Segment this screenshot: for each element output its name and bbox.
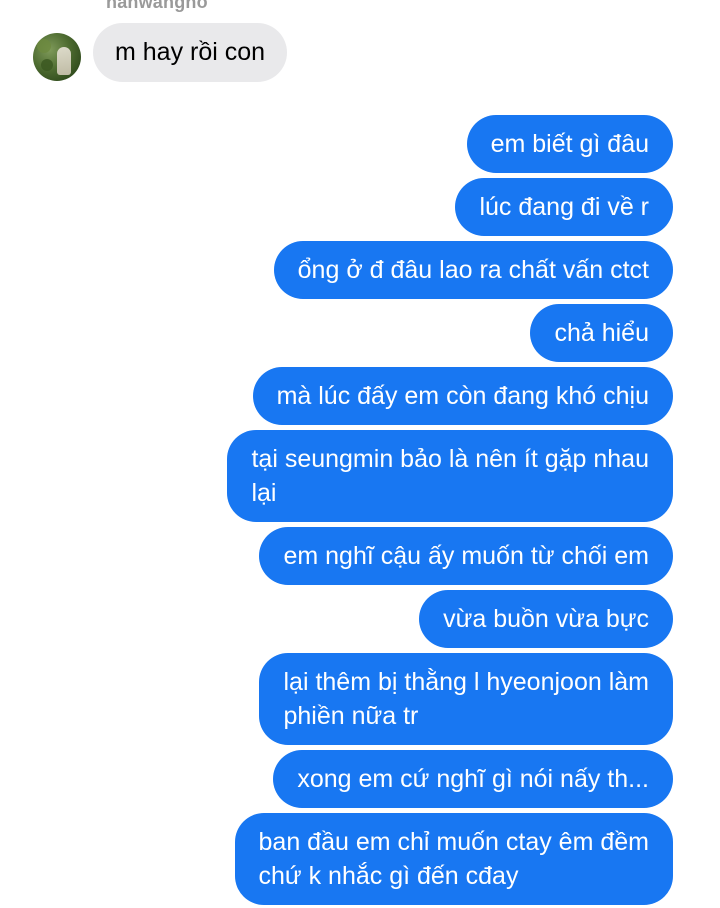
outgoing-message[interactable]: ổng ở đ đâu lao ra chất vấn ctct <box>273 241 673 299</box>
message-line: ban đầu em chỉ muốn ctay êm đềm <box>258 828 649 856</box>
outgoing-message[interactable]: mà lúc đấy em còn đang khó chịu <box>252 367 673 425</box>
sender-avatar[interactable] <box>33 33 81 81</box>
outgoing-message[interactable]: ban đầu em chỉ muốn ctay êm đềm chứ k nh… <box>234 813 673 905</box>
message-line: lại <box>251 479 277 507</box>
outgoing-message[interactable]: chả hiểu <box>530 304 673 362</box>
avatar-person-icon <box>57 47 71 75</box>
outgoing-message[interactable]: lại thêm bị thằng l hyeonjoon làm phiền … <box>259 653 673 745</box>
avatar-foliage <box>37 39 51 53</box>
outgoing-message[interactable]: lúc đang đi về r <box>455 178 673 236</box>
avatar-foliage <box>41 59 53 71</box>
incoming-message[interactable]: m hay rồi con <box>93 23 288 82</box>
outgoing-message[interactable]: em biết gì đâu <box>466 115 673 173</box>
message-line: tại seungmin bảo là nên ít gặp nhau <box>251 445 649 473</box>
outgoing-message[interactable]: tại seungmin bảo là nên ít gặp nhau lại <box>227 430 673 522</box>
message-line: phiền nữa tr <box>283 702 419 730</box>
outgoing-message[interactable]: xong em cứ nghĩ gì nói nấy th... <box>273 750 673 808</box>
sender-name: hanwangho <box>106 0 208 12</box>
outgoing-message[interactable]: vừa buồn vừa bực <box>419 590 673 648</box>
message-line: lại thêm bị thằng l hyeonjoon làm <box>283 668 649 696</box>
message-line: chứ k nhắc gì đến cđay <box>258 862 519 890</box>
outgoing-message[interactable]: em nghĩ cậu ấy muốn từ chối em <box>259 527 673 585</box>
